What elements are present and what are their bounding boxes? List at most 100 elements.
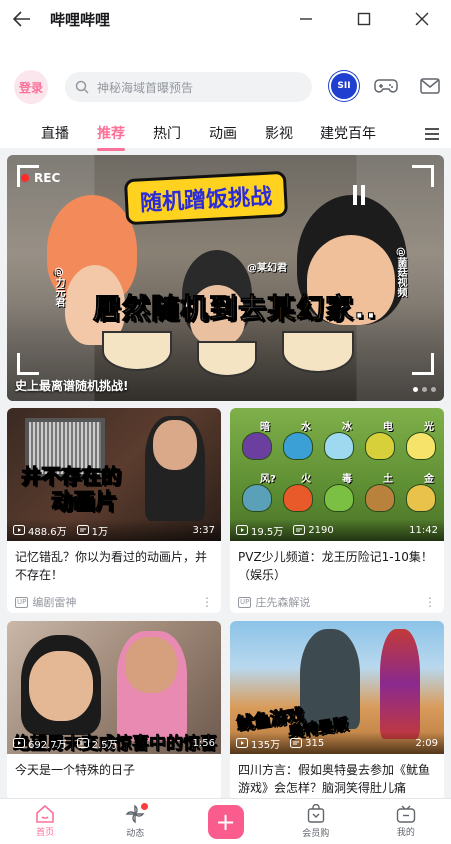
search-bar[interactable]: 神秘海域首曝预告 (65, 72, 312, 102)
more-options-icon[interactable]: ⋮ (424, 595, 436, 609)
plant-label: 风? (260, 474, 276, 485)
video-title[interactable]: 四川方言：假如奥特曼去参加《鱿鱼游戏》会怎样？脑洞笑得肚儿痛 (230, 754, 444, 801)
video-title[interactable]: 记忆错乱？你以为看过的动画片，并不存在！ (7, 541, 221, 591)
tab-recommend[interactable]: 推荐 (97, 123, 125, 143)
view-count: 19.5万 (251, 526, 284, 538)
nav-dynamics[interactable]: 动态 (90, 799, 180, 844)
tab-party-centenary[interactable]: 建党百年 (320, 123, 376, 143)
minimize-button[interactable] (277, 0, 335, 38)
tab-anime[interactable]: 动画 (209, 123, 237, 143)
nav-home[interactable]: 首页 (0, 799, 90, 844)
comment-count: 2.5万 (91, 739, 118, 751)
mail-icon (420, 78, 440, 94)
video-thumbnail: 绝望周末变成惊喜中的惊喜 692.7万 2.5万 1:56 (7, 621, 221, 754)
notification-dot (141, 803, 149, 810)
video-duration: 1:56 (192, 737, 215, 749)
video-title[interactable]: 今天是一个特殊的日子 (7, 754, 221, 801)
uploader-name[interactable]: 编剧雷神 (32, 594, 76, 610)
banner-name-tag-right: @菌菇视频 (395, 247, 406, 297)
play-count-icon (236, 738, 248, 748)
comment-count: 2190 (308, 524, 334, 536)
video-duration: 11:42 (409, 524, 438, 536)
uploader-name[interactable]: 庄先森解说 (255, 594, 310, 610)
nav-home-label: 首页 (36, 828, 55, 838)
view-count: 135万 (251, 739, 281, 751)
messages-button[interactable] (418, 75, 442, 97)
maximize-icon (357, 12, 371, 26)
tab-movies[interactable]: 影视 (265, 123, 293, 143)
video-title[interactable]: PVZ少儿频道：龙王历险记1-10集！（娱乐） (230, 541, 444, 591)
viewfinder-corner-br (412, 353, 434, 375)
maximize-button[interactable] (335, 0, 393, 38)
plant-figure (324, 432, 354, 460)
video-thumbnail: 暗 水 冰 电 光风? 火 毒 土 金 19.5万 2190 11:42 (230, 408, 444, 541)
banner-big-text: 居然随机到去某幻家.. (92, 292, 378, 326)
plant-label: 金 (424, 474, 434, 485)
banner-dot[interactable] (431, 387, 436, 392)
video-card[interactable]: 鱿鱼游戏 奥特曼版 135万 315 2:09 四川方言：假如奥特曼去参加《鱿鱼… (230, 621, 444, 801)
plant-label: 土 (383, 474, 393, 485)
play-count-icon (13, 525, 25, 535)
plus-icon[interactable]: + (207, 804, 244, 839)
banner-pagination (413, 387, 436, 392)
video-stats: 488.6万 1万 3:37 (7, 519, 221, 541)
game-center-button[interactable] (374, 75, 398, 97)
video-thumbnail: 井不存在的 动画片 488.6万 1万 3:37 (7, 408, 221, 541)
plant-label: 火 (301, 474, 311, 485)
window-title: 哔哩哔哩 (50, 10, 111, 29)
shopping-bag-icon (307, 804, 324, 823)
play-count-icon (236, 525, 248, 535)
thumb-ultraman (380, 629, 420, 739)
feature-banner[interactable]: REC 随机蹭饭挑战 @力元君 @某幻君 @菌菇视频 居然随机到去某幻家.. 史… (7, 155, 444, 401)
banner-bowl-right (282, 331, 354, 373)
thumb-doll-figure (300, 629, 360, 729)
thumb-face-right (125, 637, 177, 693)
comment-count-icon (76, 525, 89, 535)
banner-name-tag-left: @力元君 (53, 267, 64, 307)
plant-figure (242, 432, 272, 460)
close-button[interactable] (393, 0, 451, 38)
thumb-person-face (153, 420, 197, 470)
tab-live[interactable]: 直播 (41, 123, 69, 143)
nav-publish[interactable]: + (180, 799, 270, 844)
video-card[interactable]: 暗 水 冰 电 光风? 火 毒 土 金 19.5万 2190 11:42 PVZ少儿频道：龙王历… (230, 408, 444, 613)
minimize-icon (300, 18, 312, 20)
plant-figure (324, 484, 354, 512)
banner-headline: 随机蹭饭挑战 (123, 170, 289, 226)
tab-popular[interactable]: 热门 (153, 123, 181, 143)
nav-dynamics-label: 动态 (126, 829, 145, 839)
banner-dot[interactable] (422, 387, 427, 392)
plant-label: 电 (383, 422, 393, 433)
user-avatar[interactable]: SII (329, 71, 359, 101)
window-titlebar: 哔哩哔哩 (0, 0, 451, 38)
video-footer: UP 庄先森解说 ⋮ (230, 591, 444, 613)
banner-caption: 史上最离谱随机挑战! (15, 379, 129, 393)
tab-menu-button[interactable] (425, 125, 439, 144)
banner-dot[interactable] (413, 387, 418, 392)
banner-bowl-middle (197, 341, 257, 377)
nav-mine[interactable]: 我的 (361, 799, 451, 844)
play-count-icon (13, 738, 25, 748)
rec-label: REC (34, 171, 61, 185)
video-card[interactable]: 井不存在的 动画片 488.6万 1万 3:37 记忆错乱？你以为看过的动画片，… (7, 408, 221, 613)
plant-label: 水 (301, 422, 311, 433)
home-icon (36, 805, 54, 823)
plant-figure (242, 484, 272, 512)
plant-figure (406, 484, 436, 512)
video-stats: 19.5万 2190 11:42 (230, 519, 444, 541)
gamepad-icon (374, 79, 398, 93)
video-duration: 2:09 (415, 737, 438, 749)
comment-count-icon (290, 738, 303, 748)
login-button[interactable]: 登录 (14, 70, 48, 104)
nav-mall[interactable]: 会员购 (271, 799, 361, 844)
video-footer: UP 编剧雷神 ⋮ (7, 591, 221, 613)
plant-figure (406, 432, 436, 460)
more-options-icon[interactable]: ⋮ (201, 595, 213, 609)
plant-label: 暗 (260, 422, 270, 433)
plant-figure (283, 484, 313, 512)
back-button[interactable] (0, 0, 44, 38)
rec-dot-icon (21, 174, 29, 182)
video-card[interactable]: 绝望周末变成惊喜中的惊喜 692.7万 2.5万 1:56 今天是一个特殊的日子 (7, 621, 221, 801)
thumb-caption-2: 动画片 (50, 490, 118, 516)
plant-figure (365, 484, 395, 512)
